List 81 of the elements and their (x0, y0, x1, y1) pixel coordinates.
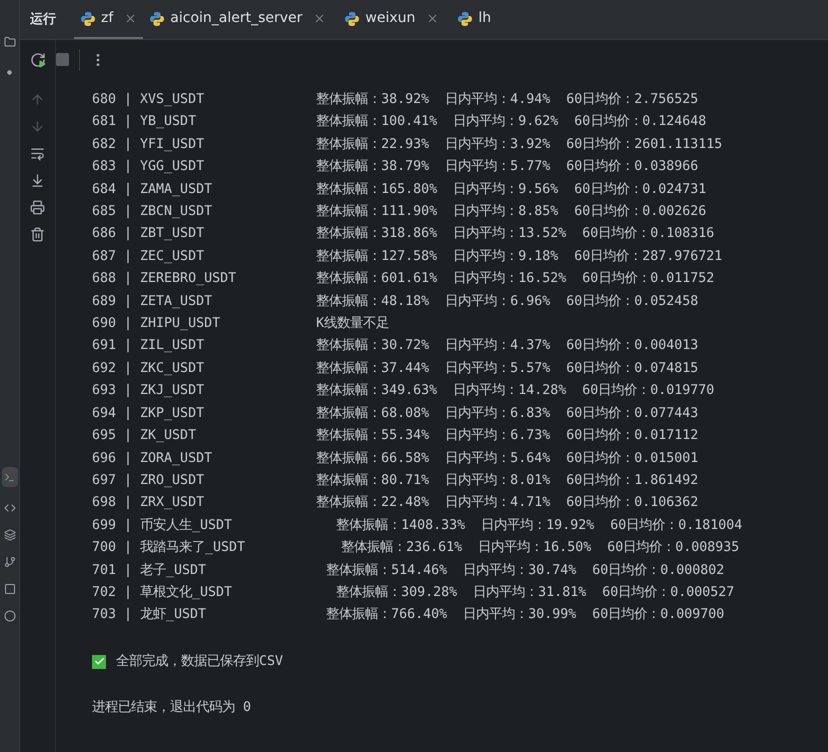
console-line: 697 | ZRO_USDT (92, 472, 204, 490)
panel-title: 运行 (30, 10, 56, 29)
console-line: 687 | ZEC_USDT (92, 248, 204, 266)
terminal-icon (4, 472, 15, 482)
run-tab[interactable]: lh (451, 0, 498, 39)
tab-label: weixun (365, 9, 416, 28)
console-detail: 整体振幅：22.93% 日内平均：3.92% 60日均价：2601.113115 (316, 136, 722, 154)
console-detail: 整体振幅：80.71% 日内平均：8.01% 60日均价：1.861492 (316, 472, 698, 490)
console-line: 695 | ZK_USDT (92, 427, 196, 446)
close-icon[interactable] (426, 12, 440, 25)
console-line: 698 | ZRX_USDT (92, 494, 204, 512)
console-detail: 整体振幅：38.92% 日内平均：4.94% 60日均价：2.756525 (316, 91, 698, 109)
tab-label: lh (478, 9, 492, 28)
console-line: 690 | ZHIPU_USDT (92, 315, 220, 334)
close-icon[interactable] (124, 12, 138, 25)
folder-icon[interactable] (4, 36, 16, 48)
console-line: 702 | 草根文化_USDT (92, 584, 232, 602)
console-detail: 整体振幅：514.46% 日内平均：30.74% 60日均价：0.000802 (326, 562, 724, 580)
console-detail: K线数量不足 (316, 315, 390, 334)
console-detail: 整体振幅：55.34% 日内平均：6.73% 60日均价：0.017112 (316, 427, 698, 446)
console-detail: 整体振幅：1408.33% 日内平均：19.92% 60日均价：0.181004 (336, 516, 742, 535)
circle-icon[interactable] (4, 610, 16, 622)
console-line: 680 | XVS_USDT (92, 91, 204, 109)
scroll-to-end-icon[interactable] (30, 173, 45, 188)
tab-label: aicoin_alert_server (170, 9, 302, 28)
exit-message: 进程已结束，退出代码为 0 (92, 700, 252, 716)
console-line: 689 | ZETA_USDT (92, 292, 212, 311)
console-line: 691 | ZIL_USDT (92, 337, 204, 356)
console-line: 681 | YB_USDT (92, 113, 196, 132)
layers-icon[interactable] (4, 529, 16, 541)
console-line: 699 | 币安人生_USDT (92, 516, 232, 535)
console-detail: 整体振幅：37.44% 日内平均：5.57% 60日均价：0.074815 (316, 360, 698, 378)
console-detail: 整体振幅：766.40% 日内平均：30.99% 60日均价：0.009700 (326, 606, 724, 624)
console-line: 693 | ZKJ_USDT (92, 382, 204, 400)
run-tab[interactable]: weixun (338, 0, 446, 39)
console-line: 694 | ZKP_USDT (92, 404, 204, 423)
console-detail: 整体振幅：236.61% 日内平均：16.50% 60日均价：0.008935 (341, 539, 740, 558)
console-detail: 整体振幅：309.28% 日内平均：31.81% 60日均价：0.000527 (336, 584, 734, 602)
console-detail: 整体振幅：318.86% 日内平均：13.52% 60日均价：0.108316 (316, 225, 714, 244)
checkmark-icon (92, 654, 106, 669)
python-icon (344, 10, 360, 26)
soft-wrap-icon[interactable] (30, 146, 45, 161)
console-detail: 整体振幅：601.61% 日内平均：16.52% 60日均价：0.011752 (316, 270, 714, 288)
console-detail: 整体振幅：349.63% 日内平均：14.28% 60日均价：0.019770 (316, 382, 714, 400)
run-tab[interactable]: zf (74, 0, 144, 39)
trash-icon[interactable] (30, 227, 45, 242)
console-detail: 整体振幅：30.72% 日内平均：4.37% 60日均价：0.004013 (316, 337, 698, 356)
console-line: 683 | YGG_USDT (92, 158, 204, 176)
console-detail: 整体振幅：127.58% 日内平均：9.18% 60日均价：287.976721 (316, 248, 722, 266)
console-detail: 整体振幅：38.79% 日内平均：5.77% 60日均价：0.038966 (316, 158, 698, 176)
console-detail: 整体振幅：68.08% 日内平均：6.83% 60日均价：0.077443 (316, 404, 698, 423)
python-icon (149, 10, 166, 26)
done-message: 全部完成，数据已保存到CSV (116, 652, 284, 671)
console-line: 700 | 我踏马来了_USDT (92, 538, 246, 558)
console-line: 701 | 老子_USDT (92, 562, 206, 580)
console-line: 696 | ZORA_USDT (92, 450, 212, 468)
console-line: 688 | ZEREBRO_USDT (92, 270, 236, 288)
console-line: 685 | ZBCN_USDT (92, 203, 212, 222)
console-line: 686 | ZBT_USDT (92, 225, 204, 244)
console-line: 682 | YFI_USDT (92, 136, 204, 154)
run-tab[interactable]: aicoin_alert_server (143, 0, 332, 39)
tab-label: zf (101, 9, 114, 28)
console-detail: 整体振幅：48.18% 日内平均：6.96% 60日均价：0.052458 (316, 292, 698, 311)
close-icon[interactable] (313, 12, 326, 25)
python-icon (80, 10, 96, 26)
console-line: 703 | 龙虾_USDT (92, 606, 206, 624)
console-line: 692 | ZKC_USDT (92, 360, 204, 378)
python-icon (457, 10, 474, 26)
console-detail: 整体振幅：111.90% 日内平均：8.85% 60日均价：0.002626 (316, 203, 706, 222)
console-detail: 整体振幅：165.80% 日内平均：9.56% 60日均价：0.024731 (316, 180, 706, 199)
code-icon[interactable] (4, 502, 16, 514)
branch-icon[interactable] (4, 556, 16, 568)
dot-icon[interactable] (7, 70, 12, 75)
console-detail: 整体振幅：22.48% 日内平均：4.71% 60日均价：0.106362 (316, 494, 698, 512)
run-tool-button[interactable] (2, 467, 18, 487)
square-icon[interactable] (4, 583, 16, 595)
console-detail: 整体振幅：100.41% 日内平均：9.62% 60日均价：0.124648 (316, 113, 706, 132)
console-line: 684 | ZAMA_USDT (92, 180, 212, 199)
print-icon[interactable] (30, 200, 45, 215)
console-detail: 整体振幅：66.58% 日内平均：5.64% 60日均价：0.015001 (316, 450, 698, 468)
rerun-icon[interactable] (30, 52, 46, 68)
